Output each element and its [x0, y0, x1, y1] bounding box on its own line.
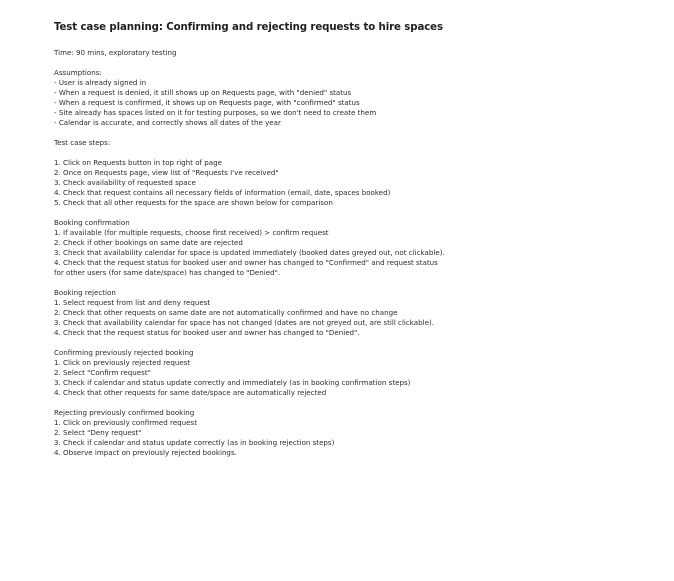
assumption-item: - Calendar is accurate, and correctly sh… — [54, 118, 281, 127]
section-confirming-rejected: Confirming previously rejected booking 1… — [54, 348, 654, 398]
step-item: 3. Check if calendar and status update c… — [54, 438, 335, 447]
section-test-case-steps-heading: Test case steps: — [54, 138, 654, 148]
step-item: 1. Click on previously confirmed request — [54, 418, 198, 427]
step-item-continuation: for other users (for same date/space) ha… — [54, 268, 281, 277]
step-item: 3. Check that availability calendar for … — [54, 248, 445, 257]
section-booking-rejection: Booking rejection 1. Select request from… — [54, 288, 654, 338]
test-case-steps-heading: Test case steps: — [54, 138, 111, 147]
assumption-item: - When a request is denied, it still sho… — [54, 88, 352, 97]
time-line: Time: 90 mins, exploratory testing — [54, 48, 177, 57]
step-item: 2. Check that other requests on same dat… — [54, 308, 398, 317]
step-item: 3. Check that availability calendar for … — [54, 318, 434, 327]
step-item: 4. Check that the request status for boo… — [54, 258, 438, 267]
section-time: Time: 90 mins, exploratory testing — [54, 48, 654, 58]
step-item: 1. Select request from list and deny req… — [54, 298, 211, 307]
section-rejecting-confirmed: Rejecting previously confirmed booking 1… — [54, 408, 654, 458]
step-item: 4. Observe impact on previously rejected… — [54, 448, 237, 457]
booking-confirmation-heading: Booking confirmation — [54, 218, 130, 227]
assumption-item: - User is already signed in — [54, 78, 147, 87]
section-booking-confirmation: Booking confirmation 1. If available (fo… — [54, 218, 654, 278]
step-item: 2. Check if other bookings on same date … — [54, 238, 243, 247]
assumption-item: - Site already has spaces listed on it f… — [54, 108, 377, 117]
rejecting-confirmed-heading: Rejecting previously confirmed booking — [54, 408, 195, 417]
step-item: 2. Select "Deny request" — [54, 428, 142, 437]
step-item: 3. Check availability of requested space — [54, 178, 196, 187]
step-item: 1. Click on previously rejected request — [54, 358, 191, 367]
booking-rejection-heading: Booking rejection — [54, 288, 116, 297]
assumption-item: - When a request is confirmed, it shows … — [54, 98, 360, 107]
step-item: 1. If available (for multiple requests, … — [54, 228, 329, 237]
step-item: 4. Check that other requests for same da… — [54, 388, 327, 397]
step-item: 4. Check that the request status for boo… — [54, 328, 360, 337]
assumptions-heading: Assumptions: — [54, 68, 102, 77]
step-item: 3. Check if calendar and status update c… — [54, 378, 411, 387]
confirming-rejected-heading: Confirming previously rejected booking — [54, 348, 194, 357]
document: Test case planning: Confirming and rejec… — [54, 21, 654, 468]
step-item: 5. Check that all other requests for the… — [54, 198, 333, 207]
step-item: 2. Select "Confirm request" — [54, 368, 151, 377]
section-assumptions: Assumptions: - User is already signed in… — [54, 68, 654, 128]
section-test-case-steps: 1. Click on Requests button in top right… — [54, 158, 654, 208]
step-item: 4. Check that request contains all neces… — [54, 188, 391, 197]
step-item: 1. Click on Requests button in top right… — [54, 158, 223, 167]
step-item: 2. Once on Requests page, view list of "… — [54, 168, 279, 177]
document-title: Test case planning: Confirming and rejec… — [54, 22, 443, 33]
